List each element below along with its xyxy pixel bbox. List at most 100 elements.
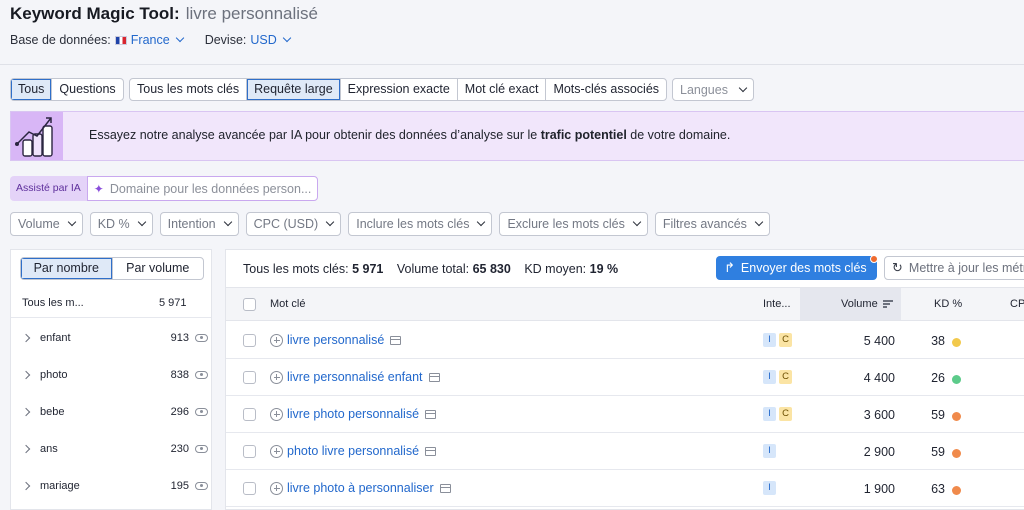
intent-badge-informational: I (763, 333, 776, 347)
row-checkbox[interactable] (243, 371, 256, 384)
filter-exclude-keywords[interactable]: Exclure les mots clés (499, 212, 648, 236)
volume-cell: 1 900 (863, 482, 895, 496)
currency-select[interactable]: USD (250, 33, 292, 47)
kd-cell: 63 (931, 482, 945, 496)
serp-preview-icon[interactable] (439, 483, 451, 493)
group-item-ans[interactable]: ans 230 (11, 430, 211, 467)
volume-cell: 3 600 (863, 408, 895, 422)
eye-icon[interactable] (195, 481, 208, 490)
tab-exact-match[interactable]: Mot clé exact (456, 79, 546, 100)
add-to-list-icon[interactable] (270, 444, 283, 458)
row-checkbox[interactable] (243, 334, 256, 347)
chevron-down-icon (754, 217, 764, 227)
serp-preview-icon[interactable] (425, 409, 437, 419)
page-title: Keyword Magic Tool: livre personnalisé (10, 4, 318, 26)
match-type-group: Tous les mots clés Requête large Express… (129, 78, 668, 101)
keyword-link[interactable]: livre photo à personnaliser (287, 481, 434, 495)
keyword-link[interactable]: livre photo personnalisé (287, 407, 419, 421)
tab-all-keywords[interactable]: Tous les mots clés (130, 79, 246, 100)
chevron-right-icon[interactable] (21, 370, 31, 379)
filter-advanced[interactable]: Filtres avancés (654, 212, 770, 236)
filter-kd[interactable]: KD % (89, 212, 153, 236)
languages-label: Langues (680, 82, 728, 97)
filter-cpc[interactable]: CPC (USD) (245, 212, 342, 236)
table-row: livre personnalisé enfant I C 4 400 26 (226, 359, 1024, 396)
group-count: 230 (170, 442, 189, 455)
eye-icon[interactable] (195, 444, 208, 453)
chevron-down-icon (632, 217, 642, 227)
chevron-right-icon[interactable] (21, 481, 31, 490)
group-item-enfant[interactable]: enfant 913 (11, 319, 211, 356)
group-list: enfant 913 photo 838 bebe 296 ans 230 ma… (11, 319, 211, 504)
select-all-checkbox[interactable] (243, 298, 256, 311)
group-item-photo[interactable]: photo 838 (11, 356, 211, 393)
kd-difficulty-dot (952, 375, 961, 384)
serp-preview-icon[interactable] (390, 335, 402, 345)
add-to-list-icon[interactable] (270, 481, 283, 495)
header-divider (0, 64, 1024, 65)
notification-dot (870, 255, 878, 263)
kd-cell: 26 (931, 371, 945, 385)
column-volume-label: Volume (841, 298, 878, 310)
column-intent[interactable]: Inte... (763, 298, 791, 310)
tab-tous[interactable]: Tous (11, 79, 52, 100)
eye-icon[interactable] (195, 407, 208, 416)
intent-badges: I C (763, 407, 792, 421)
all-keywords-label: Tous les m... (22, 296, 84, 309)
serp-preview-icon[interactable] (428, 372, 440, 382)
send-keywords-button[interactable]: ↱ Envoyer des mots clés (716, 256, 877, 280)
kd-difficulty-dot (952, 412, 961, 421)
chevron-right-icon[interactable] (21, 333, 31, 342)
tab-related[interactable]: Mots-clés associés (545, 79, 666, 100)
group-count: 296 (170, 405, 189, 418)
column-cpc[interactable]: CPC (1010, 298, 1024, 310)
group-item-mariage[interactable]: mariage 195 (11, 467, 211, 504)
languages-dropdown[interactable]: Langues (672, 78, 754, 101)
column-keyword[interactable]: Mot clé (270, 298, 305, 310)
sort-by-volume-button[interactable]: Par volume (111, 258, 204, 279)
add-to-list-icon[interactable] (270, 333, 283, 347)
all-keywords-label: Tous les mots clés: (243, 262, 349, 276)
sparkle-icon: ✦ (93, 181, 104, 196)
filter-label: Exclure les mots clés (507, 217, 625, 231)
serp-preview-icon[interactable] (425, 446, 437, 456)
column-kd[interactable]: KD % (934, 298, 962, 310)
eye-icon[interactable] (195, 333, 208, 342)
all-keywords-group[interactable]: Tous les m... 5 971 (11, 288, 211, 318)
ai-domain-input[interactable]: ✦ Domaine pour les données person... (86, 176, 318, 201)
avg-kd-label: KD moyen: (524, 262, 587, 276)
keyword-link[interactable]: photo livre personnalisé (287, 444, 419, 458)
intent-badge-commercial: C (779, 407, 792, 421)
tab-broad-match[interactable]: Requête large (246, 79, 340, 100)
keyword-link[interactable]: livre personnalisé enfant (287, 370, 423, 384)
tab-questions[interactable]: Questions (51, 79, 122, 100)
database-select[interactable]: France (114, 33, 184, 47)
tab-phrase-match[interactable]: Expression exacte (339, 79, 457, 100)
sort-by-number-button[interactable]: Par nombre (21, 258, 112, 279)
chevron-down-icon (137, 217, 146, 227)
update-metrics-button[interactable]: ↻ Mettre à jour les métriques (884, 256, 1024, 280)
keyword-link[interactable]: livre personnalisé (287, 333, 384, 347)
eye-icon[interactable] (195, 370, 208, 379)
group-item-bebe[interactable]: bebe 296 (11, 393, 211, 430)
row-checkbox[interactable] (243, 408, 256, 421)
column-volume[interactable]: Volume (841, 298, 893, 310)
filter-intent[interactable]: Intention (159, 212, 239, 236)
chevron-right-icon[interactable] (21, 407, 31, 416)
filter-include-keywords[interactable]: Inclure les mots clés (348, 212, 493, 236)
intent-badge-informational: I (763, 407, 776, 421)
row-checkbox[interactable] (243, 482, 256, 495)
add-to-list-icon[interactable] (270, 370, 283, 384)
filter-label: KD % (97, 217, 130, 231)
filter-volume[interactable]: Volume (10, 212, 83, 236)
filter-label: Inclure les mots clés (356, 217, 470, 231)
add-to-list-icon[interactable] (270, 407, 283, 421)
chevron-right-icon[interactable] (21, 444, 31, 453)
france-flag-icon (114, 35, 127, 45)
ai-promo-banner: Essayez notre analyse avancée par IA pou… (10, 111, 1024, 161)
table-row: livre personnalisé I C 5 400 38 (226, 322, 1024, 359)
row-checkbox[interactable] (243, 445, 256, 458)
database-value: France (130, 33, 170, 47)
intent-badges: I (763, 481, 776, 495)
volume-cell: 5 400 (863, 334, 895, 348)
